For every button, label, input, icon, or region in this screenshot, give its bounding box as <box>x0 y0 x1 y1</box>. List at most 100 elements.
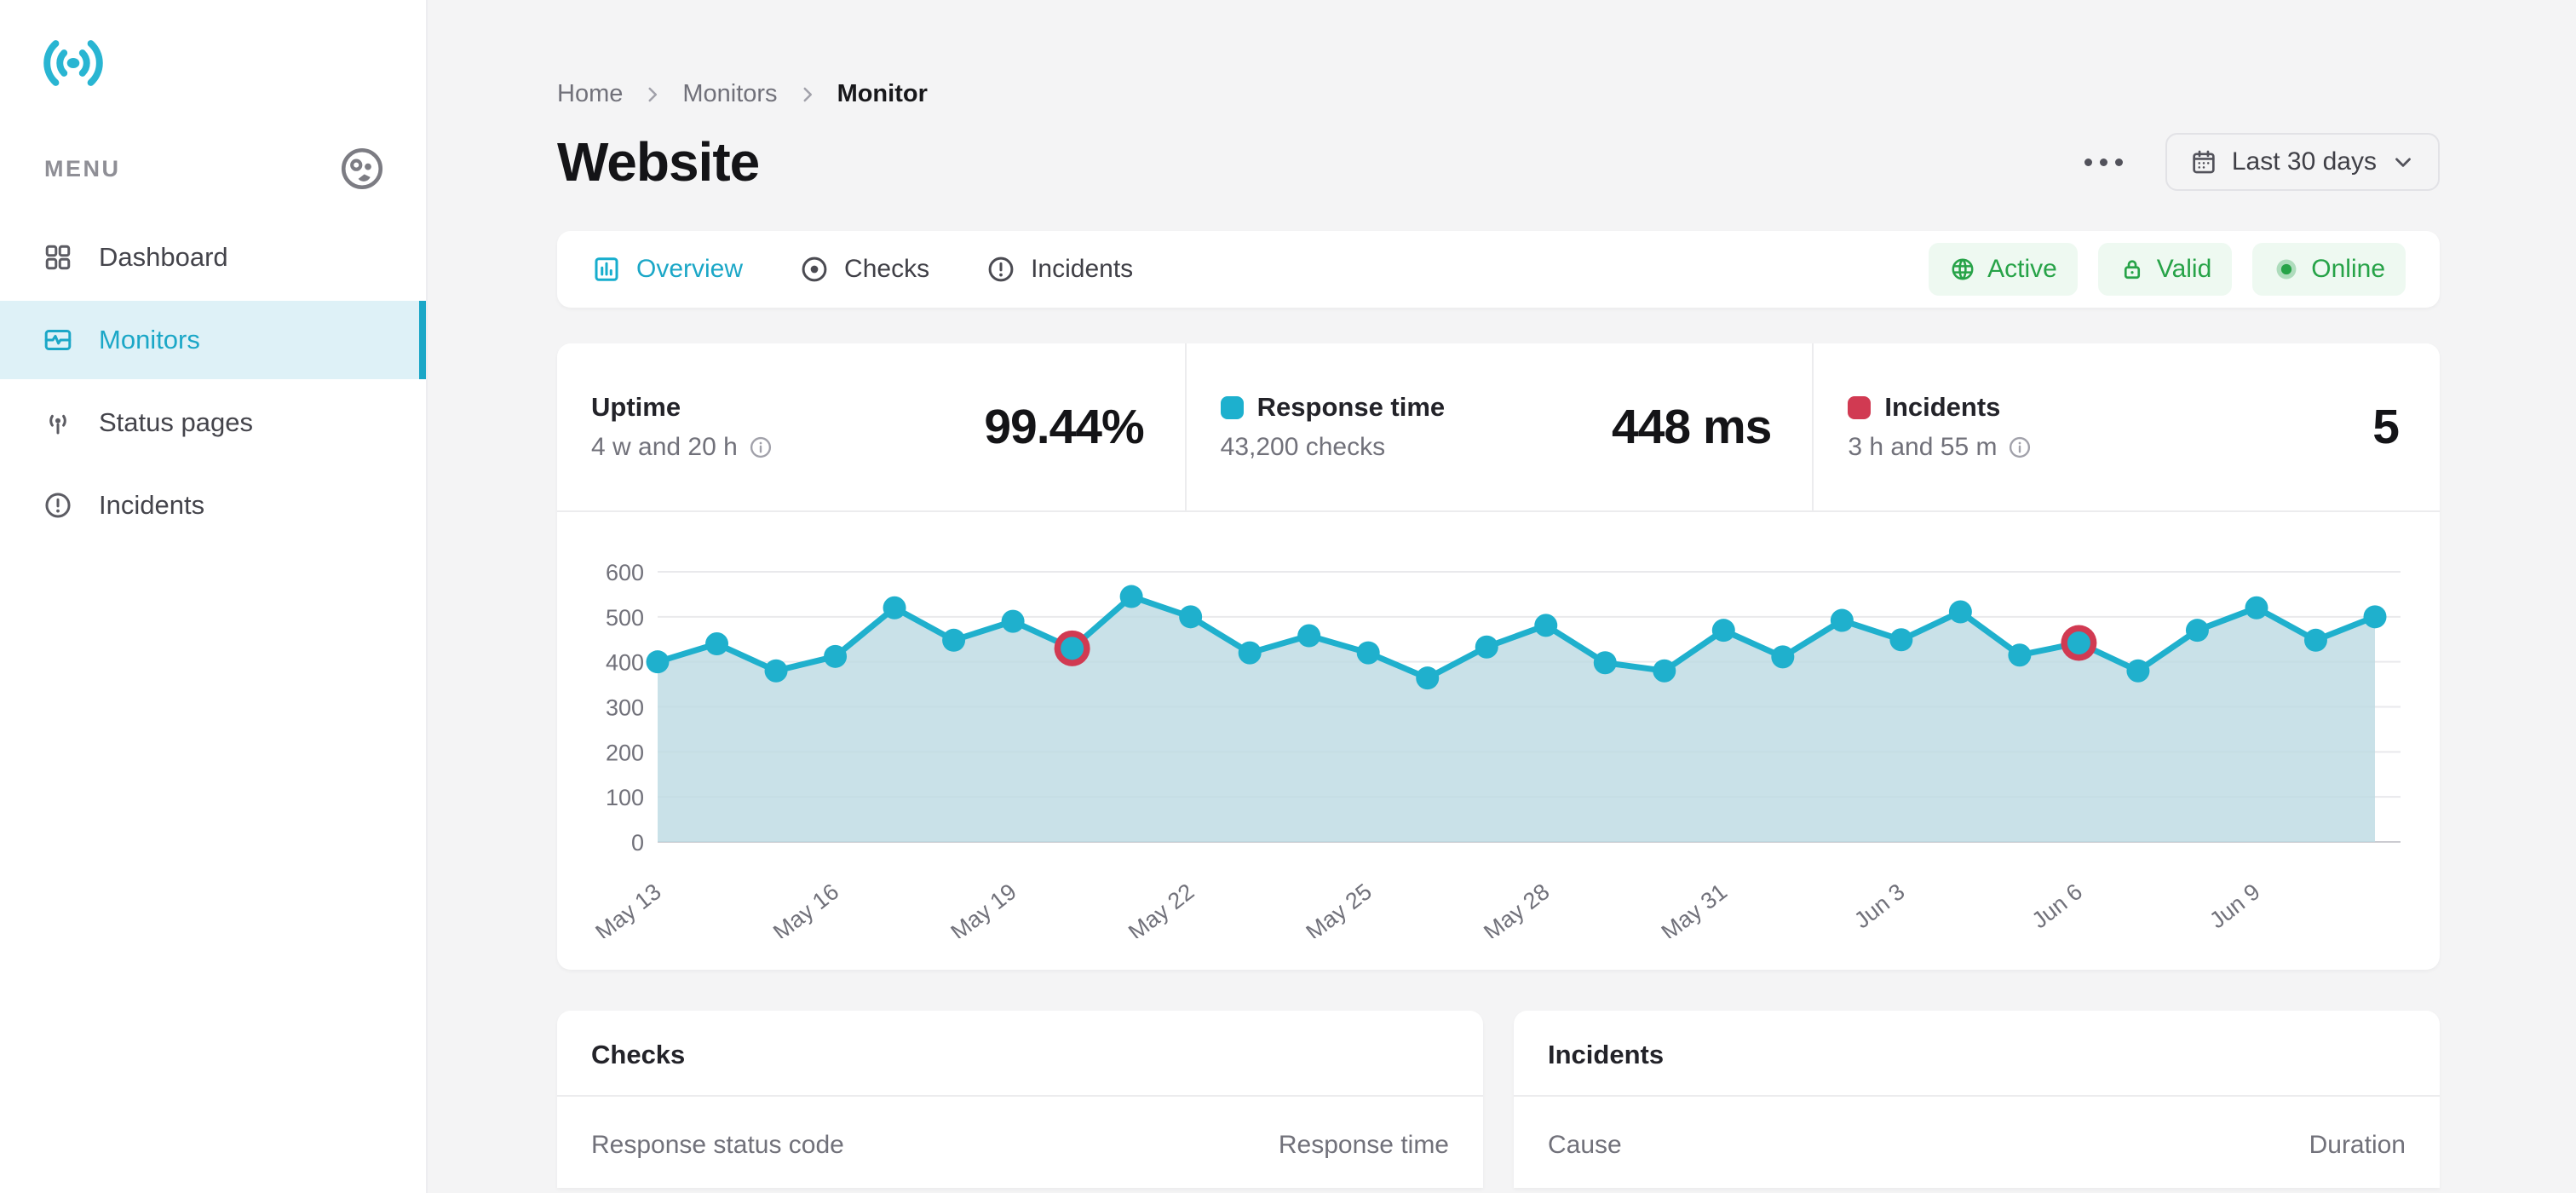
sidebar-item-monitors[interactable]: Monitors <box>0 301 426 379</box>
chart-point[interactable] <box>942 628 966 652</box>
chart-point[interactable] <box>1179 605 1203 629</box>
stat-sub-label: 3 h and 55 m <box>1848 433 1998 461</box>
chart-point[interactable] <box>1001 609 1025 633</box>
app-logo-icon[interactable] <box>41 31 106 95</box>
online-dot-icon <box>2276 259 2297 280</box>
info-icon[interactable] <box>748 435 773 460</box>
stat-value: 99.44% <box>984 400 1144 454</box>
chart-point[interactable] <box>1593 651 1617 675</box>
status-badge-label: Online <box>2311 255 2385 283</box>
chart-point[interactable] <box>1771 645 1795 669</box>
info-icon[interactable] <box>2007 435 2033 460</box>
menu-heading: MENU <box>44 155 121 182</box>
chart-point[interactable] <box>883 596 906 620</box>
chart-incident-point[interactable] <box>2067 631 2090 654</box>
chart-x-tick-label: May 16 <box>768 879 843 938</box>
chart-point[interactable] <box>1416 666 1440 690</box>
chart-y-tick-label: 100 <box>606 785 644 810</box>
chart-y-tick-label: 0 <box>631 830 644 856</box>
more-options-icon <box>2084 158 2092 166</box>
chart-point[interactable] <box>1475 635 1498 659</box>
chart-point[interactable] <box>1238 641 1262 665</box>
chart-point[interactable] <box>1889 628 1913 652</box>
sidebar-item-label: Monitors <box>99 325 200 354</box>
status-badge-label: Valid <box>2156 255 2212 283</box>
chart-x-tick-label: May 31 <box>1657 879 1732 938</box>
response-time-chart: 0 100 200 300 400 500 600 May 13 May 16 May 19 May… <box>557 512 2440 945</box>
main-content: Home Monitors Monitor Website Last 30 da… <box>428 0 2576 1193</box>
breadcrumb-monitors[interactable]: Monitors <box>682 80 777 108</box>
chart-x-tick-label: May 25 <box>1302 879 1377 938</box>
chart-point[interactable] <box>824 644 848 668</box>
stat-value: 5 <box>2372 400 2400 454</box>
chart-point[interactable] <box>2126 659 2150 683</box>
chart-point[interactable] <box>646 650 670 674</box>
sidebar-item-label: Dashboard <box>99 242 228 272</box>
date-range-button[interactable]: Last 30 days <box>2165 133 2440 191</box>
more-options-button[interactable] <box>2079 147 2128 178</box>
status-badge-label: Active <box>1987 255 2057 283</box>
tab-checks[interactable]: Checks <box>799 254 929 285</box>
chart-point[interactable] <box>1534 614 1558 637</box>
stat-response-time: Response time 43,200 checks 448 ms <box>1184 343 1813 510</box>
chart-x-tick-label: May 28 <box>1479 879 1554 938</box>
chart-point[interactable] <box>2008 643 2032 667</box>
monitor-toolbar: Overview Checks Incidents Active Valid O… <box>557 231 2440 308</box>
column-header-cause: Cause <box>1548 1131 1622 1159</box>
chart-point[interactable] <box>2363 605 2387 629</box>
stat-sub-label: 43,200 checks <box>1220 433 1386 461</box>
sidebar-item-dashboard[interactable]: Dashboard <box>0 218 426 297</box>
sidebar-item-label: Status pages <box>99 407 253 437</box>
chart-point[interactable] <box>705 632 729 656</box>
stat-uptime: Uptime 4 w and 20 h 99.44% <box>557 343 1185 510</box>
chart-point[interactable] <box>1653 659 1676 683</box>
panel-title: Checks <box>591 1040 686 1069</box>
sidebar-item-incidents[interactable]: Incidents <box>0 466 426 545</box>
globe-icon <box>1952 258 1974 280</box>
chart-point[interactable] <box>2303 628 2327 652</box>
chart-point[interactable] <box>1948 600 1972 624</box>
status-badge-active: Active <box>1929 243 2078 296</box>
chart-x-tick-label: May 22 <box>1124 879 1199 938</box>
chart-y-tick-label: 600 <box>606 560 644 585</box>
column-header-duration: Duration <box>2309 1131 2406 1159</box>
breadcrumb-home[interactable]: Home <box>557 80 623 108</box>
chart-point[interactable] <box>2185 619 2209 643</box>
chart-point[interactable] <box>1119 585 1143 608</box>
chart-point[interactable] <box>1356 641 1380 665</box>
response-time-swatch <box>1220 395 1244 419</box>
stat-label: Uptime <box>591 392 681 422</box>
sidebar-nav: Dashboard Monitors Status pages Incident… <box>0 218 426 545</box>
circle-dot-icon <box>802 256 827 282</box>
chart-y-tick-label: 200 <box>606 740 644 765</box>
status-badge-valid: Valid <box>2097 243 2233 296</box>
chart-point[interactable] <box>1711 619 1735 643</box>
chart-point[interactable] <box>1297 624 1321 648</box>
monitor-pulse-icon <box>44 330 72 350</box>
chart-point[interactable] <box>2245 596 2268 620</box>
chart-x-tick-label: Jun 9 <box>2205 879 2265 933</box>
sidebar-item-status-pages[interactable]: Status pages <box>0 383 426 462</box>
grid-icon <box>45 245 71 270</box>
tab-label: Checks <box>844 255 930 283</box>
stat-incidents: Incidents 3 h and 55 m 5 <box>1812 343 2440 510</box>
checks-panel: Checks Response status code Response tim… <box>557 1011 1483 1188</box>
chart-point[interactable] <box>764 659 788 683</box>
mascot-icon[interactable] <box>337 144 387 193</box>
sidebar: MENU Dashboard Monitors Status pages Inc… <box>0 0 428 1193</box>
stat-label: Incidents <box>1884 392 2001 422</box>
chart-y-tick-label: 400 <box>606 650 644 676</box>
bar-chart-icon <box>595 257 618 281</box>
alert-circle-icon <box>988 256 1014 282</box>
chart-incident-point[interactable] <box>1061 637 1084 660</box>
stat-label: Response time <box>1256 392 1446 422</box>
column-header-response-time: Response time <box>1278 1131 1449 1159</box>
tab-incidents[interactable]: Incidents <box>986 254 1133 285</box>
chart-x-tick-label: Jun 6 <box>2027 879 2088 933</box>
breadcrumb-current: Monitor <box>837 80 928 107</box>
alert-circle-icon <box>45 493 71 518</box>
tab-overview[interactable]: Overview <box>591 254 743 285</box>
stat-value: 448 ms <box>1612 400 1772 454</box>
chart-y-tick-label: 500 <box>606 605 644 631</box>
chart-point[interactable] <box>1830 608 1854 632</box>
